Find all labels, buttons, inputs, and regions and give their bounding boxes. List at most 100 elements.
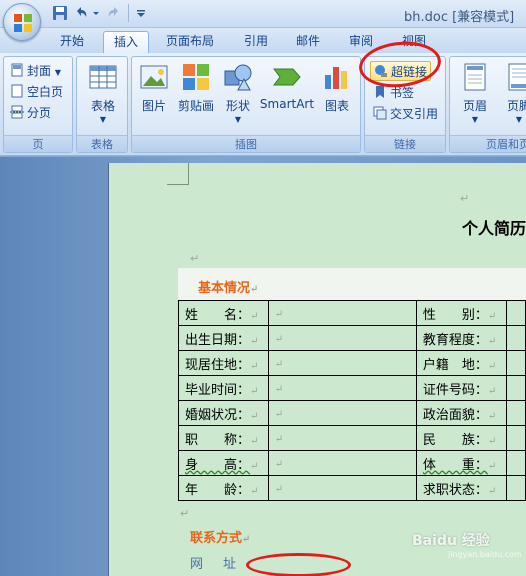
blank-page-icon xyxy=(11,84,23,98)
office-logo-icon xyxy=(14,14,32,32)
field-label: 出生日期：↵ xyxy=(178,325,269,351)
table-row: 职 称：↵ ↵ 民 族：↵ xyxy=(178,425,526,451)
pages-group-label: 页 xyxy=(4,135,72,152)
bookmark-icon xyxy=(376,86,384,98)
field-value[interactable]: ↵ xyxy=(267,325,417,351)
customize-qat-icon[interactable] xyxy=(136,5,146,21)
header-icon xyxy=(464,63,486,91)
shapes-icon xyxy=(224,64,252,91)
field-label: 民 族：↵ xyxy=(415,425,507,451)
chart-icon xyxy=(325,67,347,89)
chevron-down-icon: ▼ xyxy=(99,115,107,124)
field-label: 年 龄：↵ xyxy=(178,475,269,501)
undo-dropdown-icon[interactable] xyxy=(92,5,100,21)
tables-group-label: 表格 xyxy=(77,135,127,152)
tab-references[interactable]: 引用 xyxy=(236,31,276,53)
chart-button[interactable]: 图表 xyxy=(320,61,354,114)
paragraph-mark: ↵ xyxy=(190,252,200,265)
links-group-label: 链接 xyxy=(365,135,445,152)
field-label: 婚姻状况：↵ xyxy=(178,400,269,426)
field-value[interactable] xyxy=(505,375,526,401)
chevron-down-icon: ▼ xyxy=(515,115,523,124)
blank-page-button[interactable]: 空白页 xyxy=(10,82,63,102)
page-break-icon xyxy=(10,105,24,119)
baidu-watermark: Baidu 经验 xyxy=(412,533,490,549)
field-value[interactable] xyxy=(505,475,526,501)
field-value[interactable]: ↵ xyxy=(267,350,417,376)
field-label: 职 称：↵ xyxy=(178,425,269,451)
picture-button[interactable]: 图片 xyxy=(138,61,170,114)
field-value[interactable]: ↵ xyxy=(267,375,417,401)
field-value[interactable] xyxy=(505,425,526,451)
tab-home[interactable]: 开始 xyxy=(52,31,92,53)
field-label: 求职状态：↵ xyxy=(415,475,507,501)
field-value[interactable] xyxy=(505,400,526,426)
ribbon: 封面 ▼ 空白页 分页 页 表格 ▼ 表格 图片 剪贴画 形状 ▼ SmartA… xyxy=(0,53,526,156)
paragraph-mark: ↵ xyxy=(460,192,470,205)
tab-page-layout[interactable]: 页面布局 xyxy=(158,31,222,53)
baidu-watermark-url: jingyan.baidu.com xyxy=(448,550,522,559)
save-icon[interactable] xyxy=(52,5,68,21)
cover-page-button[interactable]: 封面 ▼ xyxy=(10,61,61,81)
paragraph-mark: ↵ xyxy=(180,507,190,520)
qat-separator xyxy=(128,4,129,22)
field-label: 现居住地：↵ xyxy=(178,350,269,376)
table-button[interactable]: 表格 ▼ xyxy=(83,61,123,124)
field-value[interactable] xyxy=(505,325,526,351)
page-break-button[interactable]: 分页 xyxy=(10,103,51,123)
footer-icon xyxy=(508,63,526,91)
table-row: 出生日期：↵ ↵ 教育程度：↵ xyxy=(178,325,526,351)
info-table[interactable]: 姓 名：↵ ↵ 性 别：↵ 出生日期：↵ ↵ 教育程度：↵ 现居住地：↵ ↵ 户… xyxy=(178,300,526,501)
clipart-button[interactable]: 剪贴画 xyxy=(176,61,216,114)
table-row: 现居住地：↵ ↵ 户籍 地：↵ xyxy=(178,350,526,376)
footer-button[interactable]: 页脚 ▼ xyxy=(500,61,526,124)
field-label: 身 高：↵ xyxy=(178,450,269,476)
field-label: 体 重：↵ xyxy=(415,450,507,476)
resume-heading: 个人简历 xyxy=(462,219,526,238)
tables-group: 表格 ▼ 表格 xyxy=(76,56,128,153)
tab-insert[interactable]: 插入 xyxy=(103,31,149,53)
redo-icon[interactable] xyxy=(106,5,122,21)
illustrations-group: 图片 剪贴画 形状 ▼ SmartArt 图表 插图 xyxy=(131,56,361,153)
field-value[interactable] xyxy=(505,450,526,476)
field-label: 教育程度：↵ xyxy=(415,325,507,351)
field-label: 证件号码：↵ xyxy=(415,375,507,401)
undo-icon[interactable] xyxy=(73,5,89,21)
header-button[interactable]: 页眉 ▼ xyxy=(456,61,494,124)
website-highlight-ellipse xyxy=(246,553,351,576)
office-button[interactable] xyxy=(3,3,41,41)
field-value[interactable]: ↵ xyxy=(267,475,417,501)
table-row: 毕业时间：↵ ↵ 证件号码：↵ xyxy=(178,375,526,401)
field-value[interactable] xyxy=(505,350,526,376)
illustrations-group-label: 插图 xyxy=(132,135,360,152)
field-value[interactable]: ↵ xyxy=(267,300,417,326)
field-label: 性 别：↵ xyxy=(415,300,507,326)
contact-info-heading: 联系方式↵ xyxy=(190,531,251,546)
header-footer-group-label: 页眉和页 xyxy=(450,135,526,152)
cross-reference-button[interactable]: 交叉引用 xyxy=(373,104,438,124)
field-label: 毕业时间：↵ xyxy=(178,375,269,401)
field-value[interactable]: ↵ xyxy=(267,425,417,451)
table-row: 姓 名：↵ ↵ 性 别：↵ xyxy=(178,300,526,326)
table-row: 婚姻状况：↵ ↵ 政治面貌：↵ xyxy=(178,400,526,426)
field-label: 姓 名：↵ xyxy=(178,300,269,326)
chevron-down-icon: ▼ xyxy=(54,68,61,77)
field-label: 政治面貌：↵ xyxy=(415,400,507,426)
page-margin-corner-mark xyxy=(167,163,189,185)
picture-icon xyxy=(140,65,168,89)
smartart-button[interactable]: SmartArt xyxy=(258,61,316,111)
clipart-icon xyxy=(183,64,209,90)
pages-group: 封面 ▼ 空白页 分页 页 xyxy=(3,56,73,153)
chevron-down-icon: ▼ xyxy=(471,115,479,124)
header-footer-group: 页眉 ▼ 页脚 ▼ 页眉和页 xyxy=(449,56,526,153)
cross-reference-icon xyxy=(373,106,387,120)
field-value[interactable]: ↵ xyxy=(267,400,417,426)
tab-mailings[interactable]: 邮件 xyxy=(288,31,328,53)
field-value[interactable] xyxy=(505,300,526,326)
ribbon-tabs: 开始 插入 页面布局 引用 邮件 审阅 视图 xyxy=(0,28,526,53)
cover-page-icon xyxy=(11,63,23,77)
window-title: bh.doc [兼容模式] xyxy=(404,10,515,25)
field-value[interactable]: ↵ xyxy=(267,450,417,476)
shapes-button[interactable]: 形状 ▼ xyxy=(222,61,254,124)
table-row: 年 龄：↵ ↵ 求职状态：↵ xyxy=(178,475,526,501)
